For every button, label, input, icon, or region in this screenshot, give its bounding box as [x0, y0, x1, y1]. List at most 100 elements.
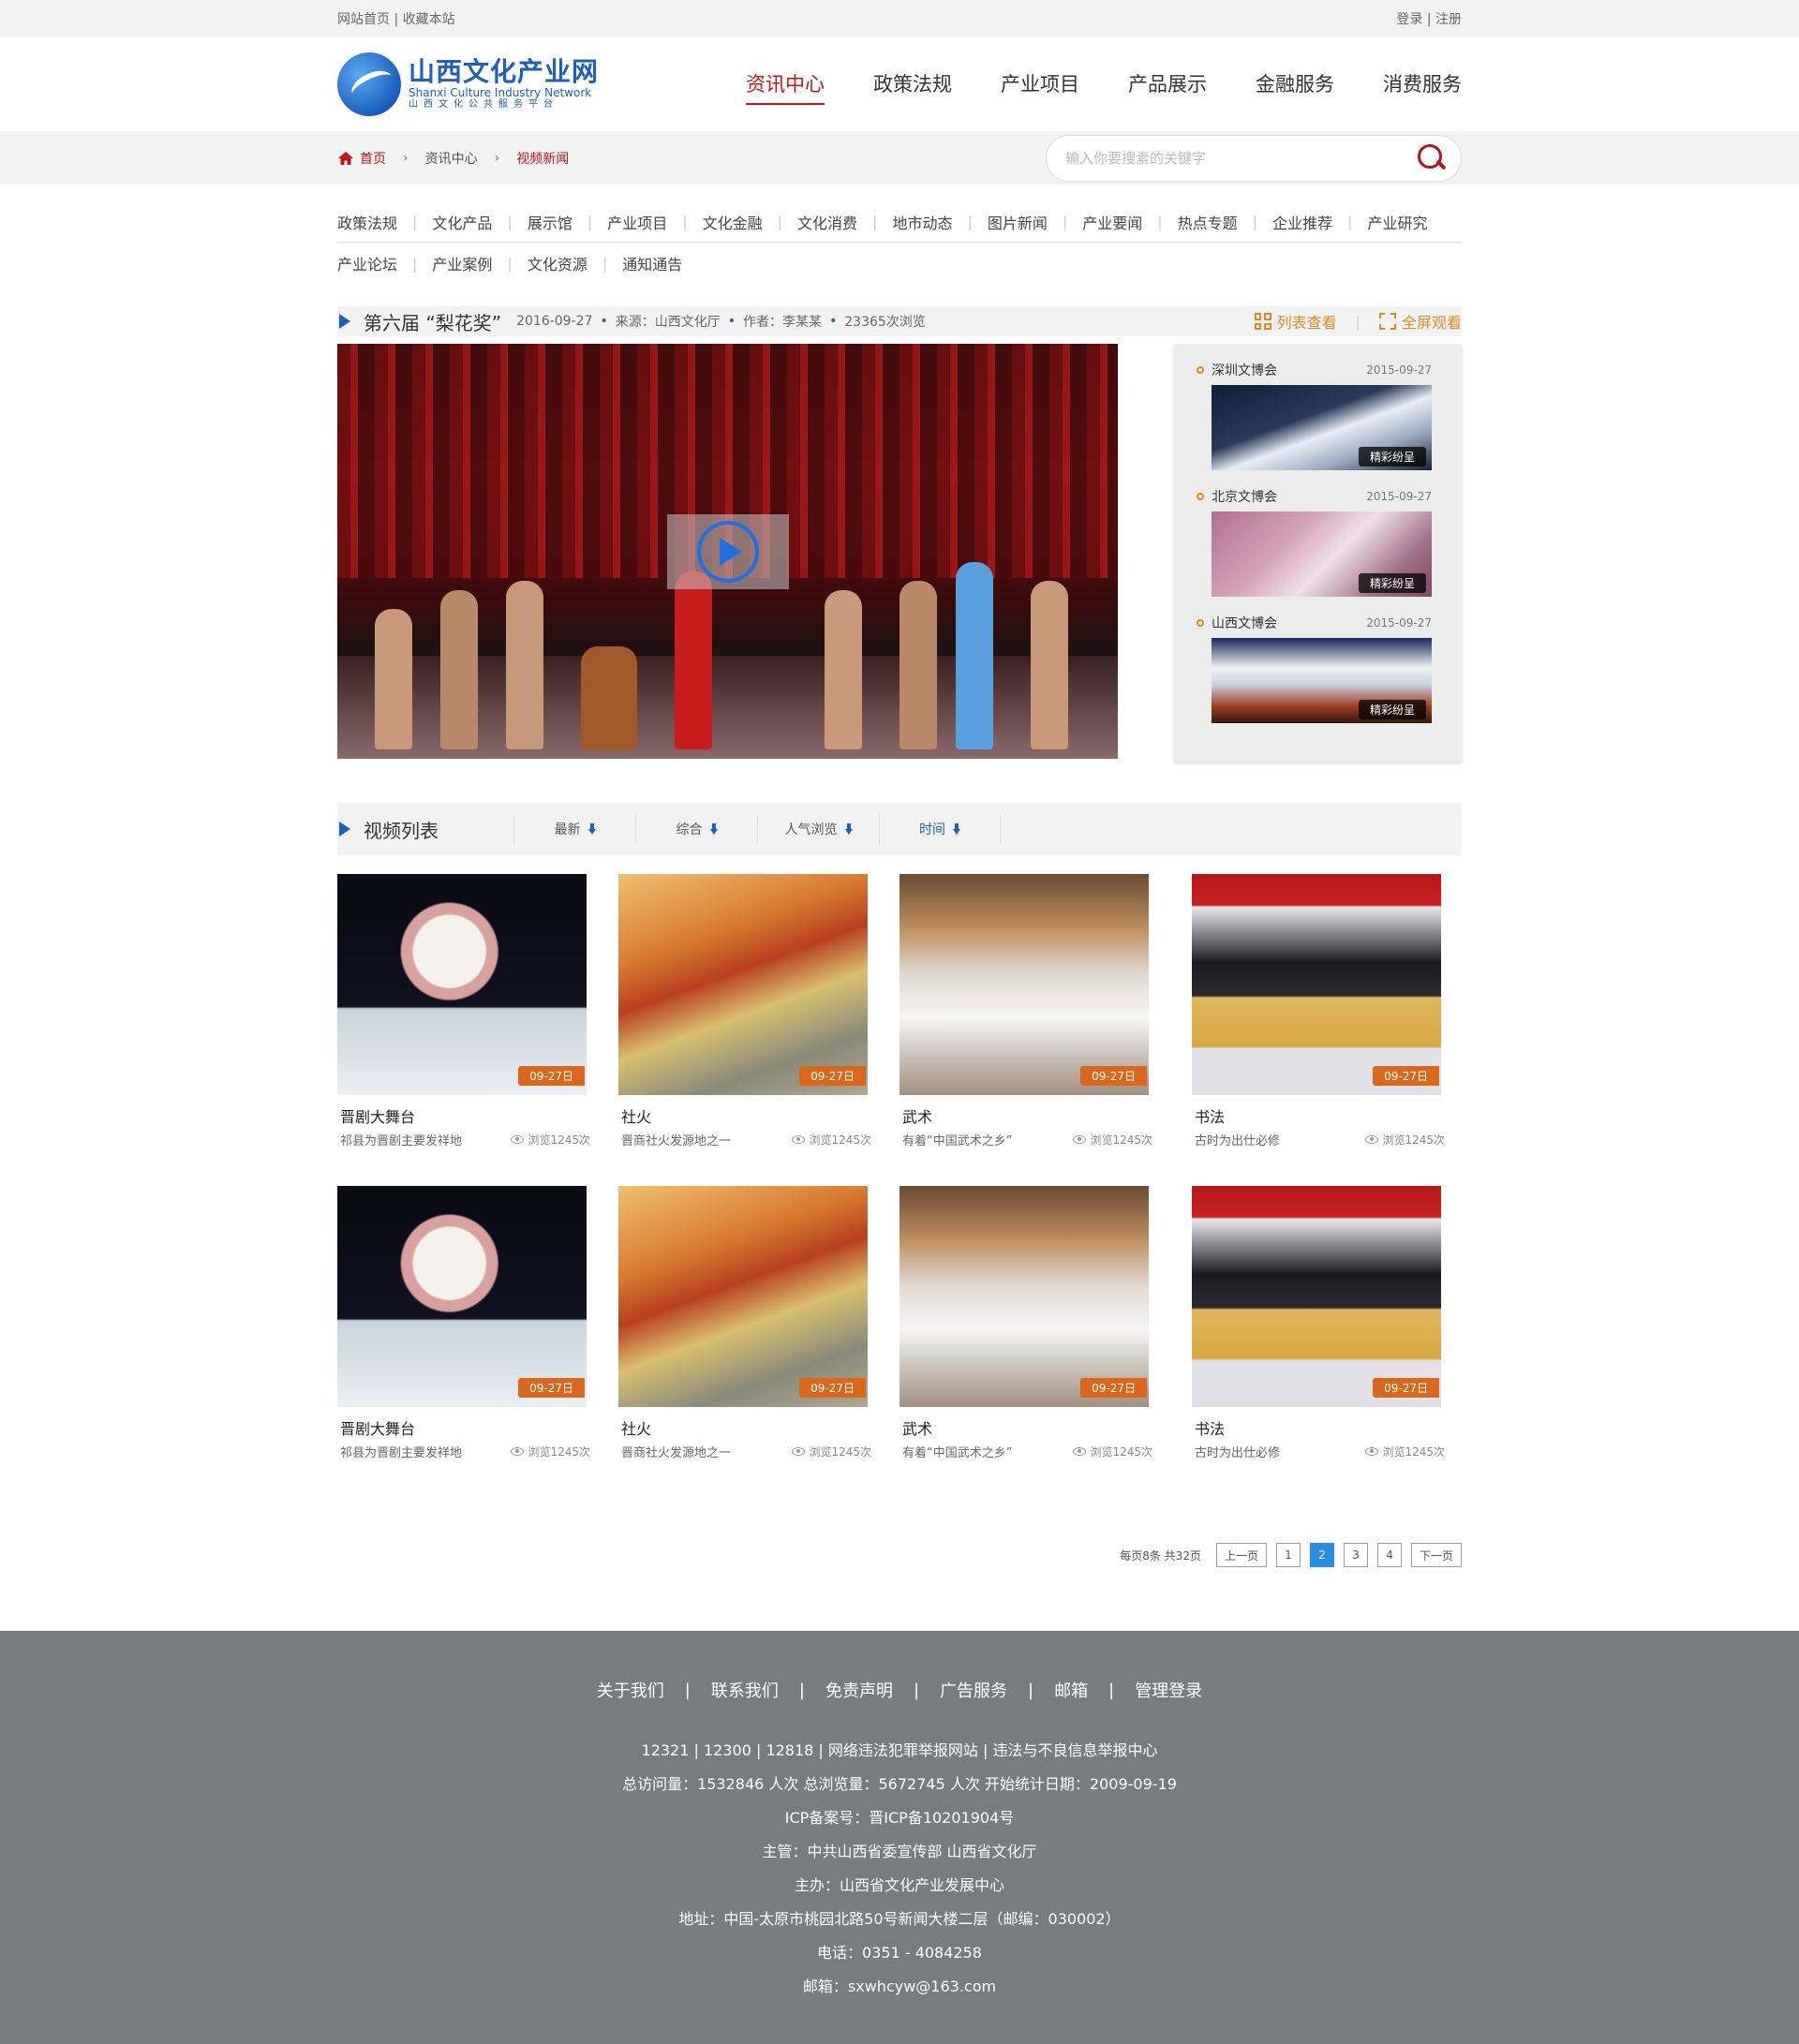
- side-item-badge: 精彩纷呈: [1358, 700, 1426, 719]
- video-card[interactable]: 09-27日 武术 有着“中国武术之乡” 浏览1245次: [900, 874, 1152, 1148]
- nav-news-center[interactable]: 资讯中心: [746, 64, 825, 105]
- page-button-1[interactable]: 1: [1275, 1543, 1301, 1567]
- play-icon: [697, 521, 759, 583]
- video-meta: 祁县为晋剧主要发祥地 浏览1245次: [337, 1131, 590, 1148]
- side-item-title[interactable]: 北京文博会: [1212, 487, 1277, 506]
- sort-newest[interactable]: 最新: [513, 814, 635, 844]
- login-link[interactable]: 登录: [1396, 12, 1422, 27]
- breadcrumb-home[interactable]: 首页: [337, 149, 386, 168]
- footer-link[interactable]: 管理登录: [1135, 1678, 1202, 1702]
- category-link[interactable]: 文化资源: [528, 252, 587, 274]
- nav-products[interactable]: 产品展示: [1128, 64, 1207, 105]
- category-link[interactable]: 产业要闻: [1082, 211, 1142, 233]
- eye-icon: [1073, 1447, 1087, 1456]
- side-item-thumbnail[interactable]: 精彩纷呈: [1212, 385, 1432, 470]
- category-link[interactable]: 企业推荐: [1272, 211, 1332, 233]
- footer-info-line: 12321 | 12300 | 12818 | 网络违法犯罪举报网站 | 违法与…: [641, 1741, 1158, 1759]
- category-link[interactable]: 图片新闻: [988, 211, 1048, 233]
- nav-finance[interactable]: 金融服务: [1256, 64, 1334, 105]
- page-button-3[interactable]: 3: [1343, 1543, 1368, 1567]
- category-link[interactable]: 热点专题: [1178, 211, 1238, 233]
- video-date-badge: 09-27日: [1373, 1378, 1439, 1398]
- category-link[interactable]: 产业项目: [607, 211, 667, 233]
- video-card[interactable]: 09-27日 社火 晋商社火发源地之一 浏览1245次: [618, 1186, 871, 1460]
- video-card[interactable]: 09-27日 武术 有着“中国武术之乡” 浏览1245次: [900, 1186, 1152, 1460]
- bookmark-link[interactable]: 收藏本站: [403, 12, 455, 27]
- category-link[interactable]: 产业论坛: [337, 252, 397, 274]
- video-thumbnail[interactable]: 09-27日: [618, 1186, 868, 1407]
- side-item: 深圳文博会 2015-09-27 精彩纷呈: [1197, 361, 1432, 470]
- video-title[interactable]: 社火: [618, 1416, 868, 1439]
- video-views: 浏览1245次: [1365, 1443, 1445, 1460]
- video-meta: 晋商社火发源地之一 浏览1245次: [618, 1131, 871, 1148]
- footer-link[interactable]: 联系我们: [711, 1678, 779, 1702]
- search-icon[interactable]: [1416, 142, 1448, 174]
- list-view-button[interactable]: 列表查看: [1254, 310, 1337, 333]
- video-card[interactable]: 09-27日社火晋商社火发源地之一 浏览1245次: [618, 874, 871, 1148]
- video-description: 祁县为晋剧主要发祥地: [340, 1134, 463, 1148]
- video-thumbnail[interactable]: 09-27日: [900, 1186, 1149, 1407]
- video-thumbnail[interactable]: 09-27日: [337, 1186, 587, 1407]
- sort-time[interactable]: 时间: [879, 814, 1001, 844]
- site-footer: 关于我们 | 联系我们 | 免责声明 | 广告服务 | 邮箱 | 管理登录 12321 | 1230…: [0, 1631, 1799, 2044]
- category-link[interactable]: 文化产品: [432, 211, 492, 233]
- video-title[interactable]: 社火: [618, 1104, 868, 1127]
- side-item-thumbnail[interactable]: 精彩纷呈: [1212, 511, 1432, 597]
- fullscreen-button[interactable]: 全屏观看: [1378, 310, 1462, 333]
- breadcrumb-news-center[interactable]: 资讯中心: [425, 149, 478, 168]
- side-item-title[interactable]: 深圳文博会: [1212, 361, 1277, 379]
- nav-projects[interactable]: 产业项目: [1001, 64, 1079, 105]
- video-title[interactable]: 武术: [900, 1416, 1149, 1439]
- video-thumbnail[interactable]: 09-27日: [337, 874, 587, 1095]
- side-item-title[interactable]: 山西文博会: [1212, 614, 1277, 632]
- featured-video-player[interactable]: [337, 344, 1118, 759]
- video-thumbnail[interactable]: 09-27日: [1192, 874, 1441, 1095]
- video-title[interactable]: 书法: [1192, 1104, 1441, 1127]
- video-thumbnail[interactable]: 09-27日: [900, 874, 1149, 1095]
- category-link[interactable]: 产业研究: [1367, 211, 1427, 233]
- play-button[interactable]: [667, 514, 789, 589]
- side-item-thumbnail[interactable]: 精彩纷呈: [1212, 638, 1432, 723]
- video-card[interactable]: 09-27日 书法 古时为出仕必修 浏览1245次: [1192, 1186, 1445, 1460]
- video-thumbnail[interactable]: 09-27日: [618, 874, 868, 1095]
- category-link[interactable]: 文化金融: [703, 211, 763, 233]
- category-link[interactable]: 政策法规: [337, 211, 397, 233]
- logo-title: 山西文化产业网: [409, 56, 600, 87]
- footer-info-line: 地址：中国-太原市桃园北路50号新闻大楼二层（邮编：030002）: [678, 1910, 1121, 1928]
- category-link[interactable]: 通知通告: [622, 252, 682, 274]
- featured-actions: 列表查看 | 全屏观看: [1254, 310, 1462, 333]
- video-thumbnail[interactable]: 09-27日: [1192, 1186, 1441, 1407]
- nav-policy[interactable]: 政策法规: [873, 64, 952, 105]
- site-home-link[interactable]: 网站首页: [337, 12, 390, 27]
- category-row-2: 产业论坛 | 产业案例 | 文化资源 | 通知通告: [337, 243, 1462, 284]
- footer-link[interactable]: 邮箱: [1054, 1678, 1088, 1702]
- category-nav: 政策法规 | 文化产品 | 展示馆 | 产业项目 | 文化金融 | 文化消费 | 地市动态 | 图片新闻 | 产…: [337, 201, 1462, 284]
- sort-popular[interactable]: 人气浏览: [757, 814, 879, 844]
- video-description: 祁县为晋剧主要发祥地: [340, 1446, 463, 1460]
- video-description: 晋商社火发源地之一: [621, 1134, 732, 1148]
- video-title[interactable]: 书法: [1192, 1416, 1441, 1439]
- site-logo[interactable]: 山西文化产业网 Shanxi Culture Industry Network …: [337, 52, 599, 116]
- video-title[interactable]: 武术: [900, 1104, 1149, 1127]
- video-title[interactable]: 晋剧大舞台: [337, 1416, 587, 1439]
- footer-link[interactable]: 免责声明: [825, 1678, 893, 1702]
- video-card[interactable]: 09-27日 晋剧大舞台 祁县为晋剧主要发祥地 浏览1245次: [337, 1186, 590, 1460]
- page-button-2[interactable]: 2: [1309, 1543, 1334, 1567]
- register-link[interactable]: 注册: [1435, 12, 1462, 27]
- nav-consumer[interactable]: 消费服务: [1383, 64, 1462, 105]
- category-link[interactable]: 文化消费: [797, 211, 857, 233]
- footer-link[interactable]: 广告服务: [940, 1678, 1007, 1702]
- video-card[interactable]: 09-27日晋剧大舞台祁县为晋剧主要发祥地 浏览1245次: [337, 874, 590, 1148]
- prev-page-button[interactable]: 上一页: [1215, 1543, 1267, 1567]
- pagination: 每页8条 共32页 上一页 1 2 3 4 下一页: [337, 1543, 1462, 1567]
- page-button-4[interactable]: 4: [1376, 1543, 1402, 1567]
- video-card[interactable]: 09-27日 书法 古时为出仕必修 浏览1245次: [1192, 874, 1445, 1148]
- next-page-button[interactable]: 下一页: [1410, 1543, 1462, 1567]
- category-link[interactable]: 产业案例: [432, 252, 492, 274]
- category-link[interactable]: 展示馆: [528, 211, 572, 233]
- footer-link[interactable]: 关于我们: [597, 1678, 664, 1702]
- sort-overall[interactable]: 综合: [635, 814, 757, 844]
- search-input[interactable]: [1065, 149, 1416, 167]
- video-title[interactable]: 晋剧大舞台: [337, 1104, 587, 1127]
- category-link[interactable]: 地市动态: [892, 211, 952, 233]
